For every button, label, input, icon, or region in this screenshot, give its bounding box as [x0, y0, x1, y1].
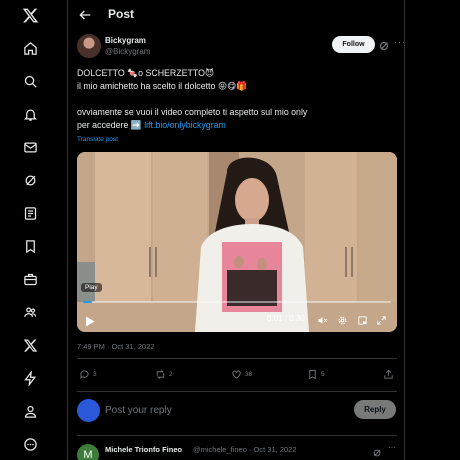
video-progress-bar[interactable] — [83, 301, 391, 303]
repost-count: 2 — [169, 371, 173, 378]
back-arrow-icon[interactable] — [77, 7, 93, 23]
post-actions: 3 2 38 5 — [77, 369, 397, 383]
reply-author-name[interactable]: Michele Trionfo Fineo — [105, 445, 182, 454]
reply-author-handle[interactable]: @michele_fineo · Oct 31, 2022 — [193, 445, 297, 454]
post-text: DOLCETTO 🍬o SCHERZETTO😈 il mio amichetto… — [77, 67, 397, 132]
reply-action[interactable]: 3 — [79, 369, 97, 380]
post-timestamp[interactable]: 7:49 PM · Oct 31, 2022 — [77, 342, 155, 351]
post-text-line: DOLCETTO 🍬o SCHERZETTO😈 — [77, 68, 215, 78]
post-text-line — [77, 93, 397, 106]
post-author: Bickygram @Bickygram Follow ··· — [77, 34, 404, 60]
divider — [77, 435, 397, 436]
mini-player-icon[interactable] — [357, 313, 368, 325]
communities-icon[interactable] — [18, 300, 42, 324]
repost-action[interactable]: 2 — [155, 369, 173, 380]
bookmark-action[interactable]: 5 — [307, 369, 325, 380]
play-badge: Play — [81, 283, 102, 292]
post-text-line: il mio amichetto ha scelto il dolcetto 😝… — [77, 81, 248, 91]
avatar[interactable]: M — [77, 444, 99, 460]
bookmarks-icon[interactable] — [18, 234, 42, 258]
notifications-icon[interactable] — [18, 102, 42, 126]
reply-count: 3 — [93, 371, 97, 378]
bookmark-count: 5 — [321, 371, 325, 378]
avatar[interactable] — [77, 34, 101, 58]
lists-icon[interactable] — [18, 201, 42, 225]
heart-icon — [232, 370, 241, 379]
post-text-line: ovviamente se vuoi il video completo ti … — [77, 107, 308, 117]
jobs-icon[interactable] — [18, 267, 42, 291]
settings-gear-icon[interactable] — [337, 313, 348, 325]
messages-icon[interactable] — [18, 135, 42, 159]
repost-icon — [156, 370, 165, 379]
like-count: 38 — [245, 371, 253, 378]
external-link[interactable]: lift.bio/onlybickygram — [144, 120, 226, 130]
grok-icon[interactable] — [372, 445, 382, 457]
video-progress-fill — [83, 301, 93, 303]
premium-icon[interactable] — [18, 333, 42, 357]
reply-input[interactable] — [105, 403, 305, 417]
post-text-prefix: per accedere ➡️ — [77, 120, 145, 130]
reply-composer: Reply — [77, 397, 397, 425]
search-icon[interactable] — [18, 69, 42, 93]
post-header: Post — [68, 0, 404, 30]
avatar[interactable] — [77, 399, 100, 422]
reply-item[interactable]: M Michele Trionfo Fineo @michele_fineo ·… — [77, 442, 397, 460]
more-icon[interactable] — [18, 432, 42, 456]
volume-icon[interactable] — [317, 313, 328, 324]
profile-icon[interactable] — [18, 399, 42, 423]
translate-post-link[interactable]: Translate post — [77, 136, 118, 143]
fullscreen-icon[interactable] — [376, 313, 387, 325]
author-handle[interactable]: @Bickygram — [105, 47, 150, 56]
more-options-icon[interactable]: ··· — [394, 37, 404, 47]
divider — [77, 391, 397, 392]
home-icon[interactable] — [18, 36, 42, 60]
share-action[interactable] — [383, 369, 394, 380]
video-frame — [77, 152, 397, 332]
follow-button[interactable]: Follow — [332, 36, 375, 53]
play-icon[interactable] — [85, 314, 95, 327]
verified-orgs-icon[interactable] — [18, 366, 42, 390]
video-timecode: 0:01 / 0:30 — [267, 314, 305, 323]
x-logo-icon[interactable] — [18, 3, 42, 27]
bookmark-icon — [309, 369, 316, 380]
reply-button[interactable]: Reply — [354, 400, 396, 419]
page-title: Post — [108, 7, 135, 21]
author-name[interactable]: Bickygram — [105, 36, 146, 45]
reply-icon — [80, 370, 89, 379]
post-detail-column: Post Bickygram @Bickygram Follow ··· DOL… — [68, 0, 405, 460]
more-options-icon[interactable]: ··· — [388, 443, 396, 452]
share-icon — [384, 369, 393, 379]
video-player[interactable]: Play 0:01 / 0:30 — [77, 152, 397, 332]
divider — [77, 358, 397, 359]
post-text-line: per accedere ➡️ lift.bio/onlybickygram — [77, 119, 397, 132]
side-navigation — [0, 0, 68, 460]
grok-icon[interactable] — [378, 39, 390, 51]
grok-icon[interactable] — [18, 168, 42, 192]
like-action[interactable]: 38 — [231, 369, 252, 380]
